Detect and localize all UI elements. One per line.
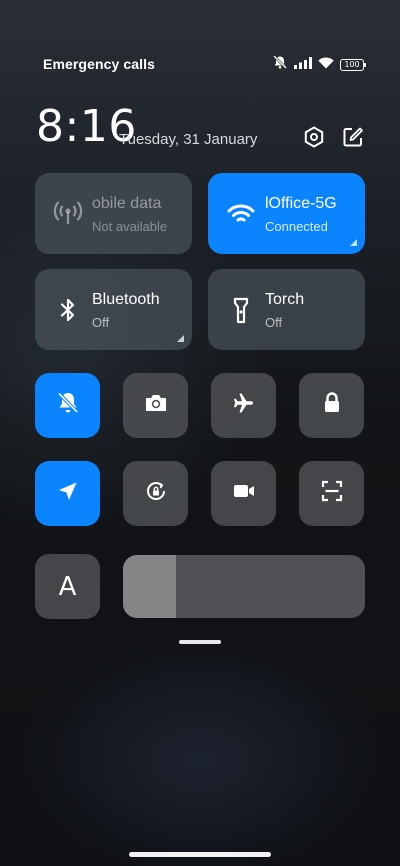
- mute-icon: [272, 55, 288, 74]
- home-indicator[interactable]: [129, 852, 271, 857]
- bell-off-icon: [55, 390, 81, 421]
- status-bar: Emergency calls 100: [0, 0, 400, 72]
- video-camera-icon: [231, 478, 257, 509]
- bluetooth-status: Off: [92, 315, 110, 330]
- edit-icon[interactable]: [341, 125, 365, 149]
- status-icons: 100: [272, 55, 366, 74]
- date: Tuesday, 31 January: [119, 131, 258, 148]
- silent-mode-toggle[interactable]: [35, 373, 100, 438]
- torch-icon: [226, 295, 256, 325]
- torch-title: Torch: [265, 291, 305, 308]
- brightness-level: [123, 555, 177, 618]
- location-toggle[interactable]: [35, 461, 100, 526]
- wifi-network-name: lOffice-5G: [265, 195, 337, 212]
- screen-recorder-toggle[interactable]: [211, 461, 276, 526]
- bluetooth-title: Bluetooth: [92, 291, 160, 308]
- lock-icon: [319, 390, 345, 421]
- wifi-icon: [226, 199, 256, 229]
- scan-icon: [319, 478, 345, 509]
- settings-icon[interactable]: [302, 125, 326, 149]
- battery-icon: 100: [340, 58, 366, 71]
- airplane-mode-toggle[interactable]: [211, 373, 276, 438]
- scanner-toggle[interactable]: [299, 461, 364, 526]
- wifi-icon: [318, 56, 334, 74]
- camera-icon: [143, 390, 169, 421]
- auto-rotate-toggle[interactable]: [123, 461, 188, 526]
- signal-icon: [294, 56, 312, 74]
- expand-corner-icon[interactable]: [177, 335, 184, 342]
- torch-status: Off: [265, 315, 283, 330]
- carrier-text: Emergency calls: [43, 56, 156, 72]
- brightness-slider[interactable]: [123, 555, 365, 618]
- mobile-data-tile[interactable]: obile data Not available: [35, 173, 192, 254]
- torch-tile[interactable]: Torch Off: [208, 269, 365, 350]
- auto-brightness-button[interactable]: A: [35, 554, 100, 619]
- drag-handle[interactable]: [179, 640, 221, 644]
- airplane-icon: [231, 390, 257, 421]
- rotation-lock-icon: [143, 478, 169, 509]
- expand-corner-icon[interactable]: [350, 239, 357, 246]
- screenshot-toggle[interactable]: [123, 373, 188, 438]
- bluetooth-icon: [53, 295, 83, 325]
- wifi-tile[interactable]: lOffice-5G Connected: [208, 173, 365, 254]
- mobile-data-status: Not available: [92, 219, 168, 234]
- mobile-data-title: obile data: [92, 195, 162, 212]
- bluetooth-tile[interactable]: Bluetooth Off: [35, 269, 192, 350]
- antenna-icon: [53, 199, 83, 229]
- wifi-status: Connected: [265, 219, 328, 234]
- lock-screen-toggle[interactable]: [299, 373, 364, 438]
- location-arrow-icon: [55, 478, 81, 509]
